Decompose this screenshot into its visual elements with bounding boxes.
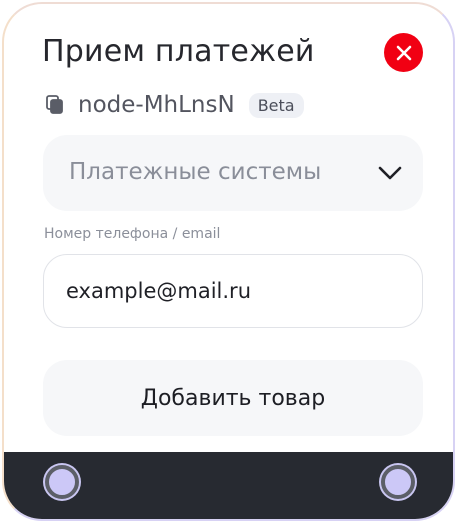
beta-badge: Beta xyxy=(248,92,304,118)
payment-systems-select[interactable]: Платежные системы xyxy=(43,135,423,211)
payment-systems-label: Платежные системы xyxy=(69,159,322,185)
close-icon xyxy=(396,45,411,60)
output-connection-handle[interactable] xyxy=(381,465,415,499)
contact-field-label: Номер телефона / email xyxy=(44,226,221,242)
copy-icon[interactable] xyxy=(44,94,66,116)
node-footer xyxy=(4,452,453,519)
node-id-row: node-MhLnsN Beta xyxy=(44,90,304,120)
add-product-button[interactable]: Добавить товар xyxy=(43,360,423,436)
contact-input[interactable] xyxy=(43,254,423,328)
node-id: node-MhLnsN xyxy=(78,92,235,118)
node-title: Прием платежей xyxy=(42,34,315,69)
close-button[interactable] xyxy=(384,33,423,72)
input-connection-handle[interactable] xyxy=(45,465,79,499)
chevron-down-icon xyxy=(378,166,402,180)
payment-node-card[interactable]: Прием платежей node-MhLnsN Beta Платежны… xyxy=(2,2,455,521)
